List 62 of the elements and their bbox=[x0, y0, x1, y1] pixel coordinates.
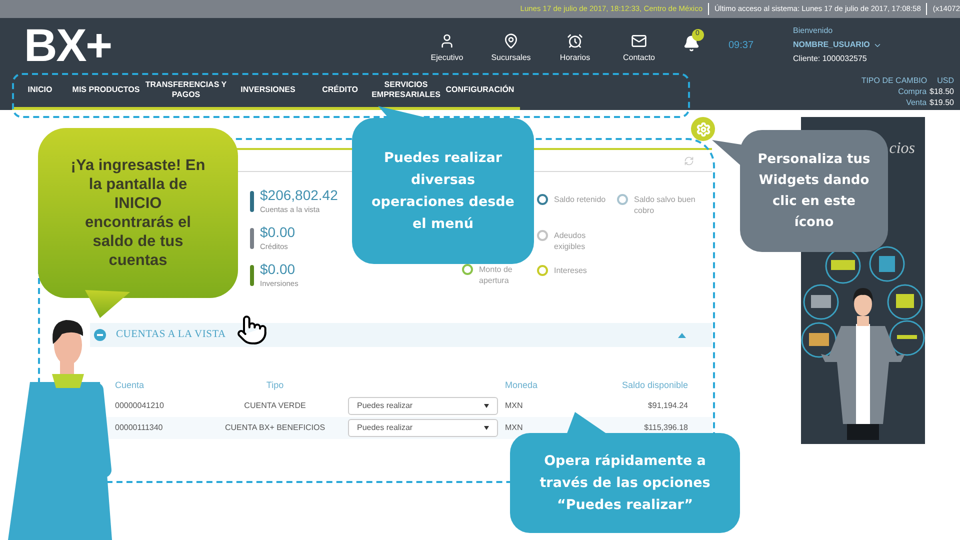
column-header: Tipo bbox=[265, 379, 285, 392]
table-cell-text: CUENTA BX+ BENEFICIOS bbox=[224, 422, 326, 434]
nav-tab[interactable]: INVERSIONES bbox=[228, 72, 308, 110]
detail-label: Monto de apertura bbox=[479, 264, 514, 286]
greeting-text: Bienvenido bbox=[793, 25, 834, 37]
logo[interactable]: BX+ bbox=[24, 18, 112, 70]
callout-text: Opera rápidamente a través de las opciones “Puedes realizar” bbox=[538, 452, 712, 515]
detail-label: Adeudos exigibles bbox=[554, 230, 587, 252]
nav-tab[interactable]: MIS PRODUCTOS bbox=[68, 72, 144, 110]
client-number: Cliente: 1000032575 bbox=[793, 53, 868, 65]
action-dropdown[interactable]: Puedes realizar bbox=[348, 419, 498, 437]
refresh-icon[interactable] bbox=[684, 156, 694, 166]
collapse-icon[interactable] bbox=[94, 329, 106, 341]
shortcut-button[interactable]: Horarios bbox=[543, 26, 607, 64]
nav-tab[interactable]: CONFIGURACIÓN bbox=[440, 72, 520, 110]
rate-value: $18.50 bbox=[930, 86, 954, 96]
rate-value: $19.50 bbox=[930, 96, 954, 108]
rate-label: Venta bbox=[906, 96, 927, 108]
table-cell-text: MXN bbox=[505, 422, 524, 434]
alarm-clock-icon bbox=[567, 32, 583, 48]
balance-amount: $206,802.42 bbox=[260, 186, 338, 204]
currency-label: USD bbox=[937, 74, 954, 86]
nav-tab[interactable]: CRÉDITO bbox=[308, 72, 372, 110]
table-cell-text: 00000111340 bbox=[115, 422, 164, 434]
mail-icon bbox=[631, 32, 647, 48]
map-pin-icon bbox=[503, 32, 519, 48]
person-icon bbox=[439, 32, 455, 48]
table-cell-text: CUENTA VERDE bbox=[243, 400, 307, 412]
pointer-hand-icon bbox=[236, 314, 268, 346]
table-cell-text: 00000041210 bbox=[115, 400, 165, 412]
table-cell-text: $91,194.24 bbox=[646, 400, 688, 412]
column-header: Cuenta bbox=[115, 379, 146, 392]
callout-text: Puedes realizar diversas operaciones desde el menú bbox=[370, 149, 516, 234]
action-dropdown[interactable]: Puedes realizar bbox=[348, 397, 498, 415]
callout-text: ¡Ya ingresaste! En la pantalla de INICIO encontrarás el saldo de tus cuentas bbox=[70, 156, 206, 270]
column-header: Saldo disponible bbox=[620, 379, 688, 392]
dropdown-caret-icon bbox=[484, 404, 489, 408]
promo-text: cios bbox=[889, 139, 916, 159]
dropdown-caret-icon bbox=[484, 426, 489, 430]
collapse-caret-icon[interactable] bbox=[678, 332, 686, 338]
table-cell-text: MXN bbox=[505, 400, 524, 412]
detail-label: Saldo salvo buen cobro bbox=[634, 194, 696, 216]
balance-amount: $0.00 bbox=[260, 223, 296, 241]
shortcut-button[interactable]: Sucursales bbox=[479, 26, 543, 64]
section-title: CUENTAS A LA VISTA bbox=[116, 328, 226, 342]
balance-amount: $0.00 bbox=[260, 260, 296, 278]
callout-text: Personaliza tus Widgets dando clic en este ícono bbox=[756, 151, 872, 232]
settings-button[interactable] bbox=[691, 117, 715, 141]
clock-time: 09:37 bbox=[727, 38, 755, 52]
exchange-title: TIPO DE CAMBIO bbox=[861, 74, 928, 86]
shortcut-button[interactable]: Contacto bbox=[607, 26, 671, 64]
detail-label: Saldo retenido bbox=[554, 194, 606, 205]
user-menu[interactable]: NOMBRE_USUARIO bbox=[793, 39, 882, 51]
column-header: Moneda bbox=[505, 379, 539, 392]
detail-label: Intereses bbox=[554, 265, 588, 276]
table-cell-text: $115,396.18 bbox=[643, 422, 688, 434]
rate-label: Compra bbox=[898, 86, 927, 96]
nav-tab[interactable]: TRANSFERENCIAS Y PAGOS bbox=[144, 72, 228, 110]
notification-bell-icon[interactable] bbox=[682, 34, 700, 52]
settings-icon bbox=[696, 122, 710, 136]
nav-tab[interactable]: INICIO bbox=[12, 72, 68, 110]
shortcut-button[interactable]: Ejecutivo bbox=[415, 26, 479, 64]
